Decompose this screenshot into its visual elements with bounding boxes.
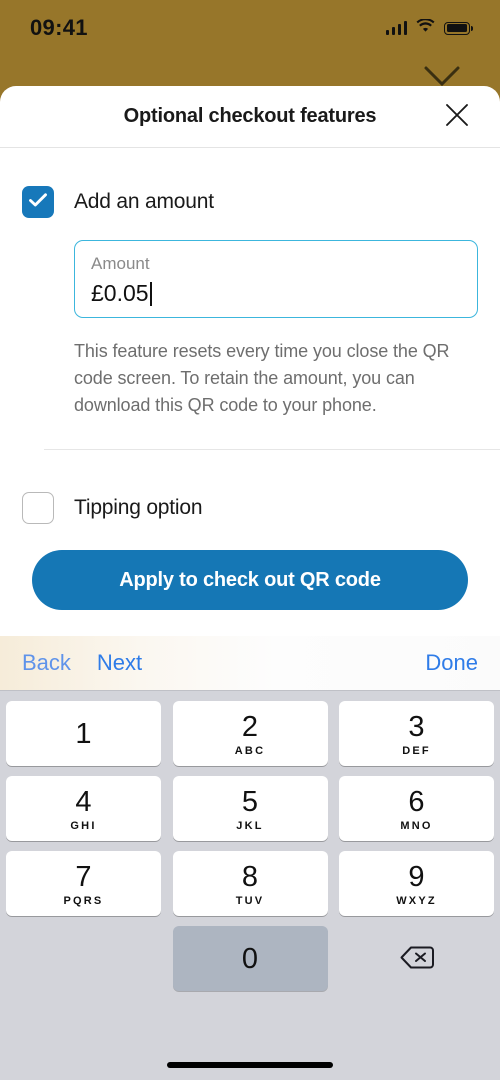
key-6-digit: 6 bbox=[408, 785, 425, 818]
key-8-letters: TUV bbox=[235, 894, 265, 907]
status-bar-time: 09:41 bbox=[30, 15, 88, 40]
tipping-option-checkbox[interactable] bbox=[22, 492, 54, 524]
status-bar-icons bbox=[385, 17, 474, 38]
key-5-digit: 5 bbox=[241, 785, 259, 818]
key-9-digit: 9 bbox=[408, 860, 425, 893]
close-button[interactable] bbox=[440, 100, 474, 134]
tipping-option-label: Tipping option bbox=[74, 496, 203, 519]
key-1[interactable]: 1 bbox=[6, 701, 161, 766]
numeric-keyboard: Back Next Done 1 2 ABC 3 DEF 4 GHI 5 JKL… bbox=[0, 636, 500, 1080]
section-divider bbox=[44, 449, 500, 450]
key-3-digit: 3 bbox=[408, 710, 425, 743]
page-title: Optional checkout features bbox=[123, 105, 377, 127]
key-7-digit: 7 bbox=[75, 860, 92, 893]
add-an-amount-checkbox[interactable] bbox=[22, 186, 54, 218]
key-3[interactable]: 3 DEF bbox=[339, 701, 494, 766]
battery-full-icon bbox=[444, 21, 474, 35]
keyboard-toolbar: Back Next Done bbox=[0, 636, 500, 691]
amount-input-label: Amount bbox=[91, 254, 150, 273]
keyboard-keys: 1 2 ABC 3 DEF 4 GHI 5 JKL 6 MNO 7 PQRS 8… bbox=[0, 691, 500, 991]
key-8-digit: 8 bbox=[241, 860, 259, 893]
amount-field-wrapper: Amount £0.05 bbox=[74, 240, 478, 318]
tipping-option-row[interactable]: Tipping option bbox=[22, 492, 478, 524]
key-9[interactable]: 9 WXYZ bbox=[339, 851, 494, 916]
key-7[interactable]: 7 PQRS bbox=[6, 851, 161, 916]
keyboard-next-button[interactable]: Next bbox=[97, 650, 142, 676]
keyboard-row-1: 1 2 ABC 3 DEF bbox=[6, 701, 494, 766]
wifi-icon bbox=[416, 17, 435, 38]
key-7-letters: PQRS bbox=[63, 894, 104, 907]
add-an-amount-row[interactable]: Add an amount bbox=[22, 186, 478, 218]
key-2[interactable]: 2 ABC bbox=[172, 701, 328, 766]
keyboard-back-button[interactable]: Back bbox=[22, 650, 71, 676]
key-6-letters: MNO bbox=[400, 819, 433, 832]
amount-helper-text: This feature resets every time you close… bbox=[74, 341, 450, 415]
close-icon bbox=[444, 102, 470, 131]
key-3-letters: DEF bbox=[402, 744, 431, 757]
home-indicator bbox=[167, 1062, 333, 1068]
amount-input-value: £0.05 bbox=[91, 279, 149, 306]
key-4[interactable]: 4 GHI bbox=[6, 776, 161, 841]
apply-to-checkout-qr-code-button[interactable]: Apply to check out QR code bbox=[32, 550, 468, 610]
key-1-digit: 1 bbox=[75, 718, 92, 750]
key-2-digit: 2 bbox=[241, 710, 259, 743]
checkmark-icon bbox=[28, 192, 48, 213]
key-6[interactable]: 6 MNO bbox=[339, 776, 494, 841]
key-4-letters: GHI bbox=[70, 819, 97, 832]
sheet-header: Optional checkout features bbox=[0, 86, 500, 148]
status-bar: 09:41 bbox=[0, 0, 500, 56]
key-5-letters: JKL bbox=[236, 819, 264, 832]
add-an-amount-label: Add an amount bbox=[74, 190, 214, 213]
key-8[interactable]: 8 TUV bbox=[172, 851, 328, 916]
key-0[interactable]: 0 bbox=[172, 926, 328, 991]
key-0-digit: 0 bbox=[241, 943, 259, 975]
optional-checkout-features-sheet: Optional checkout features Add an amount bbox=[0, 86, 500, 636]
keyboard-row-3: 7 PQRS 8 TUV 9 WXYZ bbox=[6, 851, 494, 916]
amount-input-value-row: £0.05 bbox=[91, 279, 461, 309]
keyboard-toolbar-left: Back Next bbox=[22, 650, 142, 676]
key-9-letters: WXYZ bbox=[396, 894, 437, 907]
amount-input[interactable]: Amount £0.05 bbox=[74, 240, 478, 318]
key-4-digit: 4 bbox=[75, 785, 92, 818]
key-backspace[interactable] bbox=[339, 926, 494, 991]
text-cursor bbox=[149, 281, 152, 306]
keyboard-row-2: 4 GHI 5 JKL 6 MNO bbox=[6, 776, 494, 841]
keyboard-row-4: 0 bbox=[6, 926, 494, 991]
key-5[interactable]: 5 JKL bbox=[172, 776, 328, 841]
key-2-letters: ABC bbox=[234, 744, 266, 757]
keyboard-done-button[interactable]: Done bbox=[425, 650, 478, 676]
backspace-icon bbox=[400, 945, 434, 973]
cellular-bars-icon bbox=[385, 21, 407, 35]
sheet-body: Add an amount Amount £0.05 This feature … bbox=[0, 186, 500, 610]
